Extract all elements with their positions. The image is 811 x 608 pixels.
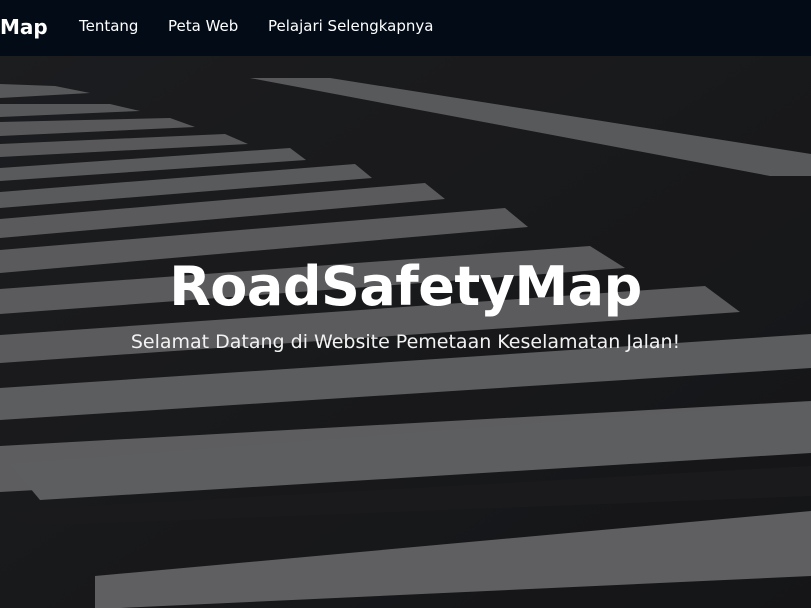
brand-logo-text[interactable]: Map: [0, 12, 48, 42]
page: Map Tentang Peta Web Pelajari Selengkapn…: [0, 0, 811, 608]
hero-title: RoadSafetyMap: [169, 255, 642, 318]
nav-link-tentang[interactable]: Tentang: [79, 16, 138, 36]
nav-link-pelajari-selengkapnya[interactable]: Pelajari Selengkapnya: [268, 16, 433, 36]
hero-subtitle: Selamat Datang di Website Pemetaan Kesel…: [130, 331, 681, 353]
nav-link-peta-web[interactable]: Peta Web: [168, 16, 238, 36]
top-navbar: Map Tentang Peta Web Pelajari Selengkapn…: [0, 0, 811, 56]
hero-section: RoadSafetyMap Selamat Datang di Website …: [0, 56, 811, 608]
